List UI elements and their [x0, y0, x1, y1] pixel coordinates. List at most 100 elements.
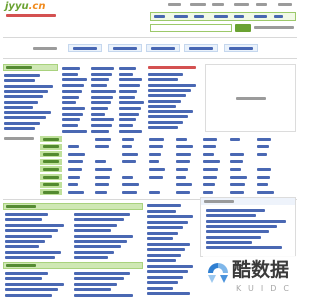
notice-link[interactable] — [206, 219, 286, 223]
info-link[interactable] — [62, 95, 79, 99]
news-link[interactable] — [5, 240, 45, 243]
city-link[interactable] — [257, 167, 271, 171]
news-link[interactable] — [5, 293, 52, 297]
city-link[interactable] — [176, 137, 187, 141]
supply-link[interactable] — [147, 292, 190, 295]
info-link[interactable] — [62, 106, 85, 110]
notice-link[interactable] — [206, 224, 277, 228]
supply-link[interactable] — [147, 215, 193, 218]
city-link[interactable] — [95, 175, 110, 179]
info-link[interactable] — [91, 72, 112, 76]
info-link[interactable] — [119, 84, 140, 88]
city-link[interactable] — [149, 145, 163, 149]
info-link[interactable] — [119, 106, 141, 110]
supply-link[interactable] — [147, 220, 188, 224]
info-link[interactable] — [119, 129, 142, 133]
latest-link[interactable] — [148, 99, 181, 103]
city-link[interactable] — [203, 152, 214, 156]
news-link[interactable] — [5, 234, 52, 238]
city-link[interactable] — [149, 137, 164, 141]
latest-link[interactable] — [148, 78, 178, 82]
city-link[interactable] — [68, 167, 82, 171]
city-link[interactable] — [257, 183, 268, 187]
info-link[interactable] — [62, 89, 82, 93]
city-link[interactable] — [230, 183, 245, 187]
city-link[interactable] — [230, 137, 240, 141]
notice-link[interactable] — [206, 235, 261, 239]
top-link[interactable] — [190, 3, 206, 6]
supply-link[interactable] — [147, 248, 185, 251]
supply-link[interactable] — [147, 270, 188, 273]
news-link[interactable] — [74, 240, 127, 243]
supply-link[interactable] — [147, 253, 181, 257]
supply-link[interactable] — [147, 286, 173, 290]
news-link[interactable] — [74, 213, 130, 216]
city-link[interactable] — [149, 167, 165, 171]
latest-link[interactable] — [148, 115, 188, 119]
top-link[interactable] — [168, 3, 181, 6]
latest-link[interactable] — [148, 83, 196, 87]
news-link[interactable] — [5, 213, 48, 216]
category-link[interactable] — [4, 127, 35, 130]
category-link[interactable] — [4, 105, 33, 109]
city-link[interactable] — [122, 160, 136, 164]
nav-link[interactable] — [174, 15, 188, 18]
search-input[interactable] — [150, 24, 232, 32]
news-link[interactable] — [5, 277, 42, 281]
news-link[interactable] — [74, 277, 124, 281]
city-link[interactable] — [176, 183, 192, 187]
news-link[interactable] — [5, 223, 64, 227]
city-link[interactable] — [95, 183, 109, 187]
news-link[interactable] — [5, 250, 61, 254]
city-link[interactable] — [203, 145, 216, 149]
category-link[interactable] — [4, 74, 40, 77]
city-link[interactable] — [68, 190, 84, 194]
city-link[interactable] — [149, 160, 159, 164]
info-link[interactable] — [91, 84, 107, 88]
latest-link[interactable] — [148, 73, 183, 76]
info-link[interactable] — [62, 84, 84, 88]
info-link[interactable] — [91, 124, 112, 127]
category-link[interactable] — [4, 111, 51, 115]
news-link[interactable] — [74, 245, 121, 249]
city-link[interactable] — [257, 190, 274, 194]
city-link[interactable] — [203, 190, 213, 194]
latest-link[interactable] — [148, 126, 178, 129]
info-link[interactable] — [91, 78, 109, 82]
news-link[interactable] — [5, 288, 58, 292]
latest-link[interactable] — [148, 88, 191, 92]
city-link[interactable] — [203, 183, 215, 187]
notice-link[interactable] — [206, 246, 282, 250]
city-link[interactable] — [176, 167, 188, 171]
news-link[interactable] — [74, 282, 117, 286]
news-link[interactable] — [74, 272, 130, 275]
info-link[interactable] — [62, 67, 80, 70]
nav-link[interactable] — [274, 15, 283, 18]
city-link[interactable] — [68, 145, 79, 149]
city-link[interactable] — [176, 160, 190, 164]
city-link[interactable] — [149, 190, 160, 194]
news-link[interactable] — [74, 223, 117, 227]
city-link[interactable] — [122, 152, 138, 156]
info-link[interactable] — [119, 101, 144, 105]
city-link[interactable] — [176, 190, 190, 194]
latest-link[interactable] — [148, 110, 193, 114]
nav-link[interactable] — [254, 15, 267, 18]
city-link[interactable] — [95, 167, 112, 171]
info-link[interactable] — [119, 118, 136, 122]
latest-link[interactable] — [148, 120, 183, 124]
advanced-search-link[interactable] — [254, 26, 294, 29]
info-link[interactable] — [62, 124, 78, 127]
notice-link[interactable] — [206, 209, 265, 212]
info-link[interactable] — [119, 72, 133, 76]
info-link[interactable] — [62, 78, 87, 82]
city-link[interactable] — [68, 183, 78, 187]
supply-link[interactable] — [147, 237, 173, 240]
city-link[interactable] — [203, 160, 220, 164]
info-link[interactable] — [62, 112, 83, 116]
info-link[interactable] — [62, 72, 78, 76]
category-link[interactable] — [4, 116, 46, 120]
city-link[interactable] — [176, 175, 186, 179]
info-link[interactable] — [91, 89, 116, 93]
supply-link[interactable] — [147, 231, 178, 235]
